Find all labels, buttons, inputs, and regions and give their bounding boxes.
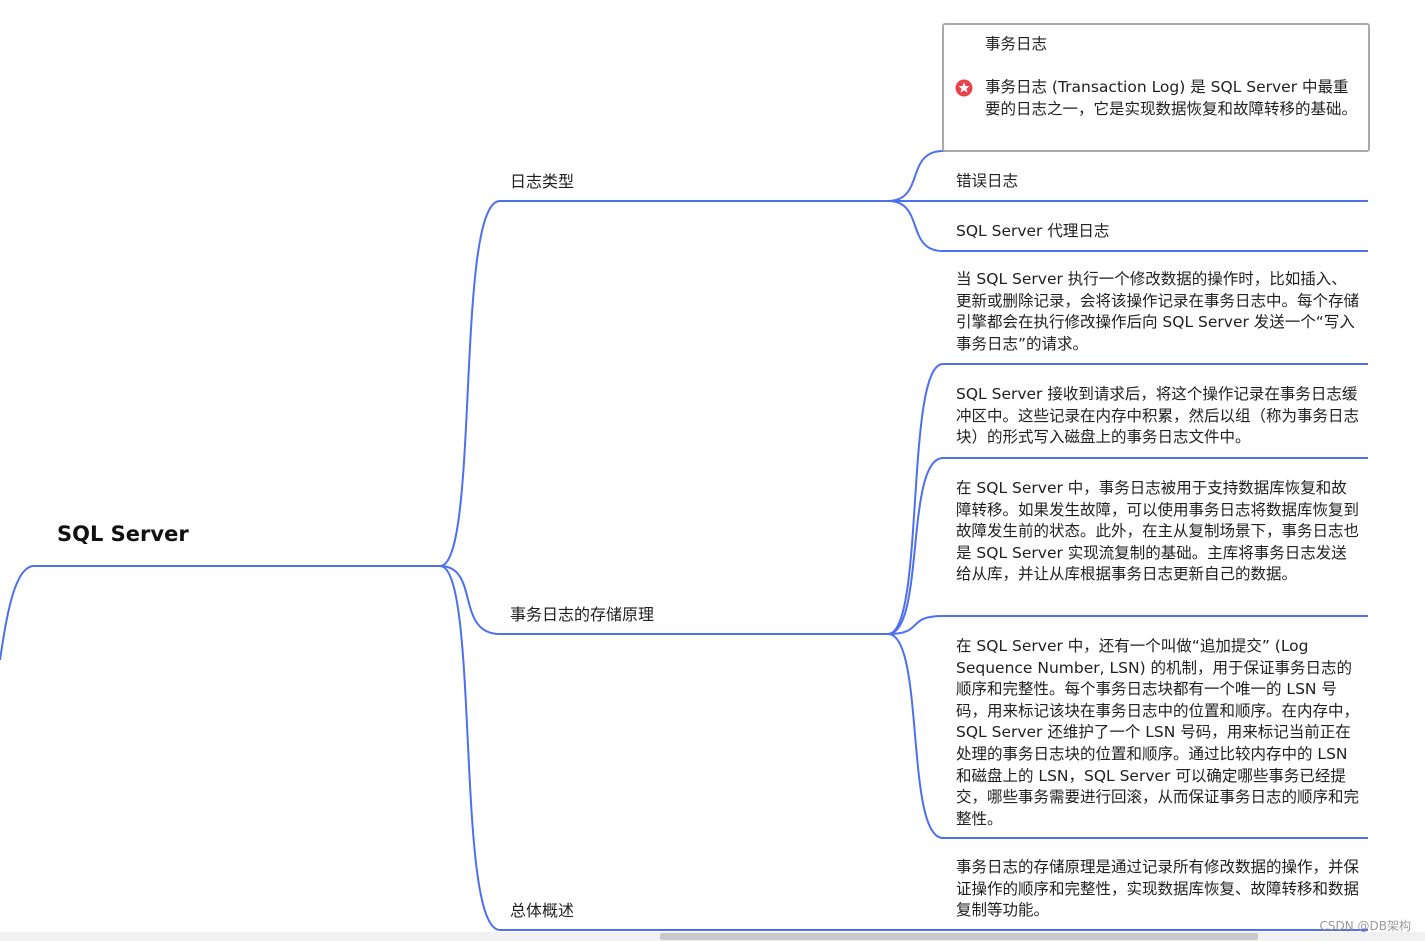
branch-storage-principle[interactable]: 事务日志的存储原理: [510, 604, 654, 626]
horizontal-scrollbar-thumb[interactable]: [660, 933, 1258, 940]
branch-overview[interactable]: 总体概述: [510, 900, 574, 922]
link-root-storage: [439, 565, 501, 635]
horizontal-scrollbar[interactable]: [0, 932, 1425, 941]
node-agent-log[interactable]: SQL Server 代理日志: [956, 221, 1356, 243]
root-node-title[interactable]: SQL Server: [57, 522, 189, 546]
node-storage-step-3[interactable]: 在 SQL Server 中，事务日志被用于支持数据库恢复和故障转移。如果发生故…: [956, 478, 1362, 586]
link-storage-child-1: [887, 363, 944, 635]
node-storage-step-4[interactable]: 在 SQL Server 中，还有一个叫做“追加提交” (Log Sequenc…: [956, 636, 1362, 830]
node-storage-step-1[interactable]: 当 SQL Server 执行一个修改数据的操作时，比如插入、更新或删除记录，会…: [956, 269, 1362, 355]
link-log-types-agent: [887, 200, 944, 252]
root-connector-in: [0, 565, 35, 661]
star-badge-icon: [955, 79, 973, 97]
branch-log-types[interactable]: 日志类型: [510, 171, 574, 193]
node-overview-summary[interactable]: 事务日志的存储原理是通过记录所有修改数据的操作，并保证操作的顺序和完整性，实现数…: [956, 857, 1362, 922]
link-root-log-types: [439, 200, 501, 567]
node-transaction-log-note: 事务日志 (Transaction Log) 是 SQL Server 中最重要…: [985, 78, 1358, 118]
node-error-log[interactable]: 错误日志: [956, 171, 1356, 193]
link-root-overview: [439, 565, 501, 931]
link-log-types-transaction: [887, 150, 944, 202]
link-storage-child-4: [887, 633, 944, 839]
node-storage-step-2[interactable]: SQL Server 接收到请求后，将这个操作记录在事务日志缓冲区中。这些记录在…: [956, 384, 1362, 449]
node-transaction-log-title: 事务日志: [985, 35, 1048, 53]
